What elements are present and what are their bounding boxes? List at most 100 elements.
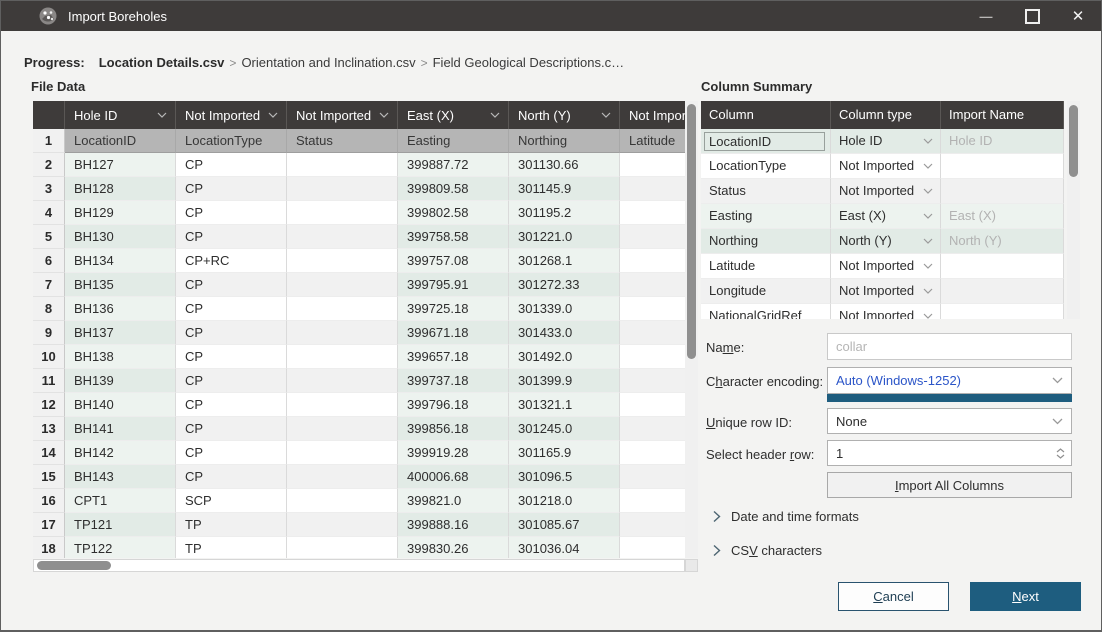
file-data-cell[interactable]: CP — [176, 201, 287, 225]
import-name-cell[interactable]: East (X) — [941, 204, 1064, 229]
summary-column-name-cell[interactable]: Status — [701, 179, 831, 204]
file-data-cell[interactable] — [287, 177, 398, 201]
file-data-cell[interactable]: BH129 — [65, 201, 176, 225]
row-number-cell[interactable]: 6 — [33, 249, 65, 273]
unique-row-id-select[interactable]: None — [827, 408, 1072, 434]
file-data-cell[interactable]: Latitude — [620, 129, 685, 153]
file-data-cell[interactable]: 301321.1 — [509, 393, 620, 417]
row-number-cell[interactable]: 8 — [33, 297, 65, 321]
file-data-cell[interactable] — [620, 513, 685, 537]
file-data-column-header[interactable]: Not Imported — [176, 101, 287, 129]
column-type-dropdown[interactable]: Not Imported — [831, 304, 941, 319]
row-number-cell[interactable]: 15 — [33, 465, 65, 489]
file-data-cell[interactable]: BH128 — [65, 177, 176, 201]
file-data-cell[interactable]: CP — [176, 153, 287, 177]
file-data-cell[interactable] — [287, 273, 398, 297]
import-name-cell[interactable] — [941, 254, 1064, 279]
header-row-spinner[interactable]: 1 — [827, 440, 1072, 466]
file-data-cell[interactable] — [620, 441, 685, 465]
file-data-cell[interactable] — [620, 537, 685, 558]
date-time-formats-expander[interactable]: Date and time formats — [713, 509, 859, 524]
row-number-cell[interactable]: 18 — [33, 537, 65, 558]
file-data-cell[interactable]: 399795.91 — [398, 273, 509, 297]
file-data-cell[interactable]: Status — [287, 129, 398, 153]
row-number-cell[interactable]: 5 — [33, 225, 65, 249]
file-data-cell[interactable]: 399657.18 — [398, 345, 509, 369]
file-data-cell[interactable]: SCP — [176, 489, 287, 513]
file-data-cell[interactable]: 301245.0 — [509, 417, 620, 441]
file-data-cell[interactable]: CP — [176, 441, 287, 465]
character-encoding-select[interactable]: Auto (Windows-1252) — [827, 367, 1072, 394]
file-data-cell[interactable]: CP — [176, 417, 287, 441]
file-data-cell[interactable]: Easting — [398, 129, 509, 153]
import-name-cell[interactable] — [941, 279, 1064, 304]
spinner-arrows[interactable] — [1056, 448, 1065, 459]
file-data-cell[interactable]: CPT1 — [65, 489, 176, 513]
file-data-cell[interactable]: BH140 — [65, 393, 176, 417]
column-type-dropdown[interactable]: Not Imported — [831, 254, 941, 279]
row-number-cell[interactable]: 10 — [33, 345, 65, 369]
file-data-cell[interactable]: BH143 — [65, 465, 176, 489]
row-number-cell[interactable]: 11 — [33, 369, 65, 393]
file-data-cell[interactable]: 301399.9 — [509, 369, 620, 393]
maximize-button[interactable] — [1009, 1, 1055, 31]
import-name-cell[interactable]: North (Y) — [941, 229, 1064, 254]
file-data-cell[interactable] — [287, 369, 398, 393]
file-data-cell[interactable]: BH141 — [65, 417, 176, 441]
file-data-cell[interactable] — [287, 417, 398, 441]
file-data-cell[interactable]: 399919.28 — [398, 441, 509, 465]
file-data-cell[interactable]: 400006.68 — [398, 465, 509, 489]
file-data-cell[interactable]: 301221.0 — [509, 225, 620, 249]
minimize-button[interactable]: — — [963, 1, 1009, 31]
file-data-cell[interactable]: 301036.04 — [509, 537, 620, 558]
file-data-cell[interactable]: 301218.0 — [509, 489, 620, 513]
file-data-cell[interactable]: CP — [176, 273, 287, 297]
file-data-cell[interactable]: 301272.33 — [509, 273, 620, 297]
file-data-cell[interactable]: 399796.18 — [398, 393, 509, 417]
file-data-cell[interactable] — [287, 249, 398, 273]
file-data-cell[interactable]: LocationID — [65, 129, 176, 153]
file-data-cell[interactable]: 399758.58 — [398, 225, 509, 249]
file-data-column-header[interactable]: Hole ID — [65, 101, 176, 129]
file-data-cell[interactable]: 399802.58 — [398, 201, 509, 225]
file-data-cell[interactable] — [287, 321, 398, 345]
file-data-cell[interactable]: 399737.18 — [398, 369, 509, 393]
import-name-cell[interactable] — [941, 179, 1064, 204]
file-data-cell[interactable]: 301130.66 — [509, 153, 620, 177]
file-data-cell[interactable]: BH139 — [65, 369, 176, 393]
file-data-column-header[interactable]: East (X) — [398, 101, 509, 129]
file-data-cell[interactable] — [287, 345, 398, 369]
file-data-cell[interactable]: TP122 — [65, 537, 176, 558]
close-button[interactable]: ✕ — [1055, 1, 1101, 31]
file-data-cell[interactable]: CP — [176, 393, 287, 417]
row-number-cell[interactable]: 3 — [33, 177, 65, 201]
file-data-cell[interactable]: 399757.08 — [398, 249, 509, 273]
file-data-cell[interactable]: BH137 — [65, 321, 176, 345]
row-number-cell[interactable]: 13 — [33, 417, 65, 441]
file-data-cell[interactable]: 301085.67 — [509, 513, 620, 537]
file-data-cell[interactable] — [620, 345, 685, 369]
file-data-cell[interactable]: BH134 — [65, 249, 176, 273]
row-number-cell[interactable]: 7 — [33, 273, 65, 297]
file-data-cell[interactable]: 399671.18 — [398, 321, 509, 345]
column-type-dropdown[interactable]: Not Imported — [831, 179, 941, 204]
file-data-cell[interactable]: 399856.18 — [398, 417, 509, 441]
file-data-cell[interactable] — [620, 201, 685, 225]
import-name-cell[interactable]: Hole ID — [941, 129, 1064, 154]
file-data-cell[interactable]: TP — [176, 537, 287, 558]
import-all-columns-button[interactable]: Import All Columns — [827, 472, 1072, 498]
file-data-cell[interactable]: BH130 — [65, 225, 176, 249]
file-data-cell[interactable]: TP121 — [65, 513, 176, 537]
file-data-cell[interactable] — [620, 225, 685, 249]
summary-column-name-cell[interactable]: Easting — [701, 204, 831, 229]
file-data-cell[interactable]: 301433.0 — [509, 321, 620, 345]
file-data-cell[interactable]: 399821.0 — [398, 489, 509, 513]
file-data-cell[interactable] — [620, 249, 685, 273]
file-data-cell[interactable] — [287, 225, 398, 249]
row-number-cell[interactable]: 2 — [33, 153, 65, 177]
summary-column-name-cell[interactable]: LocationID — [701, 129, 831, 154]
cancel-button[interactable]: Cancel — [838, 582, 949, 611]
summary-column-name-cell[interactable]: Latitude — [701, 254, 831, 279]
scrollbar-thumb[interactable] — [687, 104, 696, 359]
file-data-cell[interactable] — [620, 297, 685, 321]
